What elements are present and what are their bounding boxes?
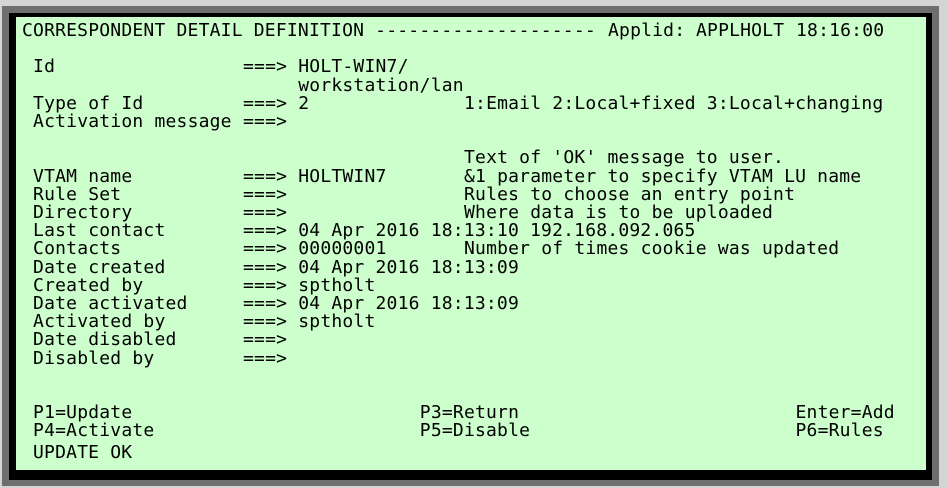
type-of-id-hint: 1:Email 2:Local+fixed 3:Local+changing [464,92,884,114]
id-cont-input[interactable]: workstation/lan [298,76,464,95]
terminal-screen: CORRESPONDENT DETAIL DEFINITION --------… [16,17,926,470]
date-disabled-arrow: ===> [243,329,288,351]
contacts-input[interactable]: 00000001 [298,240,386,258]
vtam-name-arrow: ===> [243,165,288,187]
p5-key[interactable]: P5=Disable [420,422,530,440]
date-disabled-label: Date disabled [33,329,177,351]
vtam-name-input[interactable]: HOLTWIN7 [298,167,386,186]
p6-key[interactable]: P6=Rules [796,422,884,440]
contacts-arrow: ===> [243,238,288,260]
date-created-arrow: ===> [243,256,288,278]
status-message: UPDATE OK [33,442,133,463]
activated-by-input[interactable]: sptholt [298,313,375,331]
screen-title: CORRESPONDENT DETAIL DEFINITION --------… [22,20,596,41]
disabled-by-label: Disabled by [33,347,155,369]
contacts-hint: Number of times cookie was updated [464,238,840,260]
clock-time: 18:16:00 [796,20,885,41]
id-input[interactable]: HOLT-WIN7/ [298,58,408,76]
type-of-id-input[interactable]: 2 [298,94,309,113]
id-arrow: ===> [243,56,288,78]
vtam-name-hint: &1 parameter to specify VTAM LU name [464,165,862,187]
vtam-name-label: VTAM name [33,165,133,187]
id-label: Id [33,56,56,78]
applid-label: Applid: [608,20,686,41]
activation-message-arrow: ===> [243,111,288,132]
applid-value: APPLHOLT [696,20,785,41]
date-created-label: Date created [33,256,166,278]
date-created-input[interactable]: 04 Apr 2016 18:13:09 [298,258,519,277]
disabled-by-arrow: ===> [243,347,288,369]
contacts-label: Contacts [33,238,122,260]
activation-message-hint-hint: Text of 'OK' message to user. [464,147,785,169]
p4-key[interactable]: P4=Activate [33,422,154,440]
activation-message-label: Activation message [33,111,232,132]
